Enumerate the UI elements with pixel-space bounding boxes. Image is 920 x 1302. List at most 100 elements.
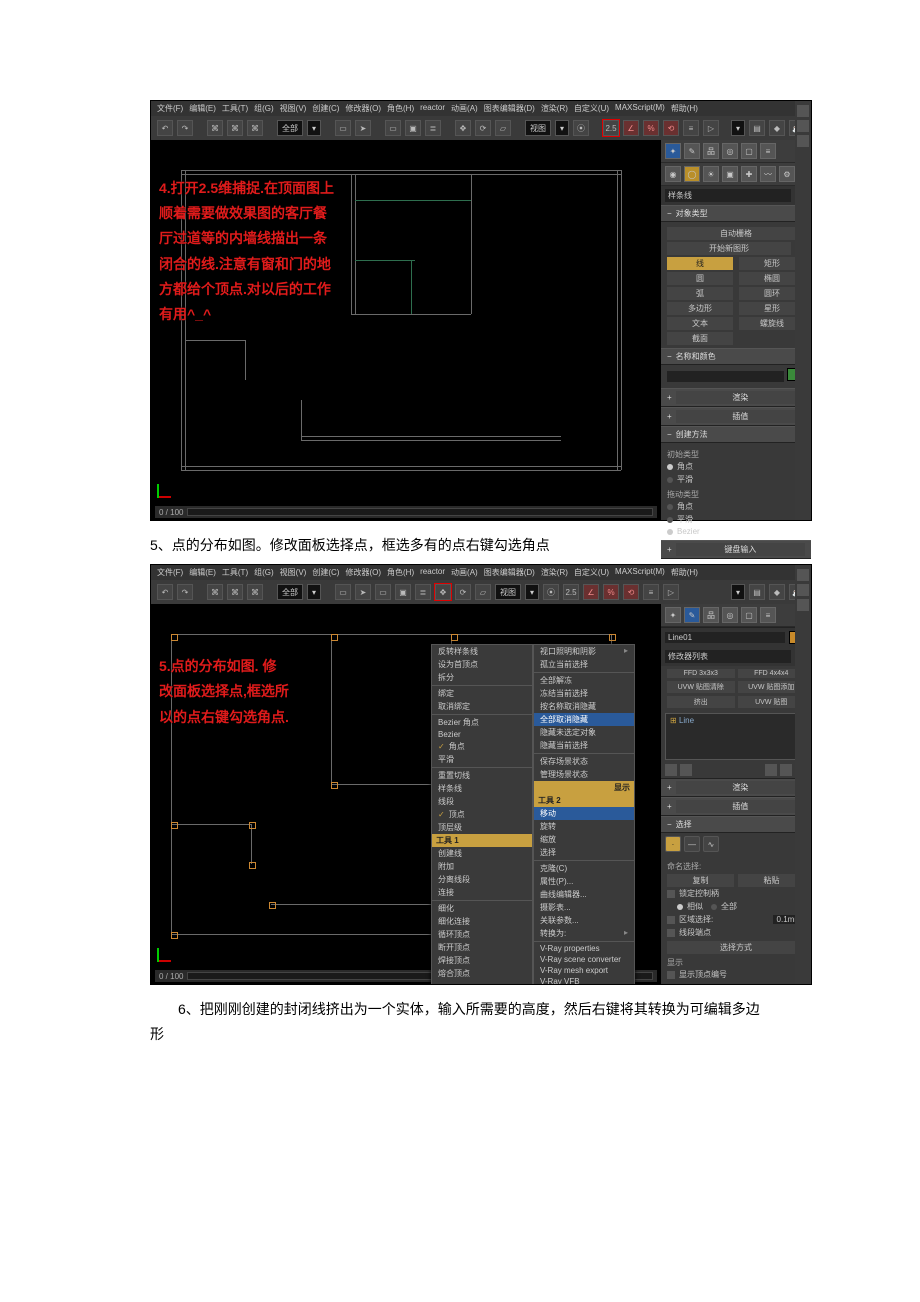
quad-item[interactable]: 摄影表... (534, 901, 634, 914)
selfilter-dropdown[interactable]: 全部 (277, 584, 303, 600)
quad-item[interactable]: 分离线段 (432, 873, 532, 886)
rollout-create[interactable]: −创建方法 (661, 426, 811, 443)
quick-render-icon[interactable]: ◆ (769, 120, 785, 136)
quad-item[interactable]: V-Ray properties (534, 943, 634, 954)
remove-icon[interactable] (780, 764, 792, 776)
quad-item[interactable]: 隐藏未选定对象 (534, 726, 634, 739)
bind-icon[interactable]: ⌘ (247, 584, 263, 600)
lock-handles-check[interactable]: 锁定控制柄 (679, 888, 719, 899)
quad-item[interactable]: V-Ray scene converter (534, 954, 634, 965)
menu-char[interactable]: 角色(H) (387, 567, 414, 578)
quad-item[interactable]: 顶层级 (432, 821, 532, 834)
cursor-icon[interactable]: ➤ (355, 120, 371, 136)
rt-icon[interactable] (797, 599, 809, 611)
quad-item[interactable]: 细化 (432, 902, 532, 915)
utilities-tab-icon[interactable]: ≡ (760, 607, 776, 623)
drag-bezier-radio[interactable]: Bezier (667, 526, 805, 537)
quick-render-icon[interactable]: ◆ (769, 584, 785, 600)
menu-help[interactable]: 帮助(H) (671, 103, 698, 114)
window-sel-icon[interactable]: ▣ (405, 120, 421, 136)
rollout-render[interactable]: + 渲染 (661, 388, 811, 407)
vertex-marker[interactable] (249, 822, 256, 829)
vertex-marker[interactable] (249, 862, 256, 869)
quad-item-convert[interactable]: 转换为: (534, 927, 634, 940)
quad-item[interactable]: 曲线编辑器... (534, 888, 634, 901)
shape-type-dropdown[interactable]: 样条线 ▾ (661, 186, 811, 205)
refcoord-dropdown[interactable]: 视图 (495, 584, 521, 600)
modifier-list-dropdown[interactable]: 修改器列表 (665, 650, 791, 663)
shape-line-button[interactable]: 线 (667, 257, 733, 270)
utilities-tab-icon[interactable]: ≡ (760, 143, 776, 159)
show-end-icon[interactable] (680, 764, 692, 776)
quad-item-bezier-corner[interactable]: Bezier 角点 (432, 716, 532, 729)
all-radio[interactable]: 全部 (711, 900, 737, 913)
render-scene-icon[interactable]: ▤ (749, 584, 765, 600)
menu-anim[interactable]: 动画(A) (451, 103, 478, 114)
quad-item[interactable]: 冻结当前选择 (534, 687, 634, 700)
vertex-marker[interactable] (451, 634, 458, 641)
quad-item[interactable]: 重置切线 (432, 769, 532, 782)
menu-file[interactable]: 文件(F) (157, 567, 183, 578)
menu-render[interactable]: 渲染(R) (541, 567, 568, 578)
quad-item[interactable]: 焊接顶点 (432, 954, 532, 967)
stack-item[interactable]: Line (679, 716, 694, 725)
quad-item[interactable]: 循环顶点 (432, 928, 532, 941)
quad-item[interactable]: 全部解冻 (534, 674, 634, 687)
menu-max[interactable]: MAXScript(M) (615, 103, 665, 114)
quad-item[interactable]: 细化连接 (432, 915, 532, 928)
render-scene-icon[interactable]: ▤ (749, 120, 765, 136)
top-viewport[interactable]: 5.点的分布如图. 修改面板选择点,框选所以的点右键勾选角点. 反转样条线 设为… (151, 604, 661, 984)
menu-render[interactable]: 渲染(R) (541, 103, 568, 114)
quad-item[interactable]: V-Ray VFB (534, 976, 634, 984)
angle-snap-icon[interactable]: ∠ (583, 584, 599, 600)
right-drop-icon[interactable]: ▾ (731, 120, 745, 136)
select-icon[interactable]: ▭ (335, 584, 351, 600)
center-icon[interactable]: ⦿ (543, 584, 559, 600)
quad-item[interactable]: 克隆(C) (534, 862, 634, 875)
menu-anim[interactable]: 动画(A) (451, 567, 478, 578)
quad-item[interactable]: 管理场景状态 (534, 768, 634, 781)
list-sel-icon[interactable]: ≣ (415, 584, 431, 600)
autogrid-toggle[interactable]: 自动栅格 (667, 227, 805, 240)
quad-item[interactable]: 样条线 (432, 782, 532, 795)
scale-icon[interactable]: ▱ (495, 120, 511, 136)
rotate-icon[interactable]: ⟳ (475, 120, 491, 136)
shape-text-button[interactable]: 文本 (667, 317, 733, 330)
spline-subobj-icon[interactable]: ∿ (703, 836, 719, 852)
right-drop-icon[interactable]: ▾ (731, 584, 745, 600)
rt-icon[interactable] (797, 569, 809, 581)
create-tab-icon[interactable]: ✦ (665, 143, 681, 159)
quad-item[interactable]: 关联参数... (534, 914, 634, 927)
quad-item[interactable]: 旋转 (534, 820, 634, 833)
spinner-snap-icon[interactable]: ⟲ (663, 120, 679, 136)
rollout-interp[interactable]: + 插值 (661, 407, 811, 426)
ffd3-button[interactable]: FFD 3x3x3 (667, 669, 735, 678)
rollout-sel[interactable]: −选择 (661, 816, 811, 833)
move-icon[interactable]: ✥ (435, 584, 451, 600)
unlink-icon[interactable]: ⌘ (227, 584, 243, 600)
segment-subobj-icon[interactable]: — (684, 836, 700, 852)
link-icon[interactable]: ⌘ (207, 584, 223, 600)
segend-check[interactable]: 线段端点 (679, 927, 711, 938)
menu-file[interactable]: 文件(F) (157, 103, 183, 114)
selfilter-dropdown[interactable]: 全部 (277, 120, 303, 136)
motion-tab-icon[interactable]: ◎ (722, 607, 738, 623)
quad-item[interactable]: V-Ray mesh export (534, 965, 634, 976)
display-tab-icon[interactable]: ▢ (741, 143, 757, 159)
quad-item[interactable]: 取消绑定 (432, 700, 532, 713)
display-tab-icon[interactable]: ▢ (741, 607, 757, 623)
modifier-stack[interactable]: ⊞ Line (665, 713, 807, 760)
top-viewport[interactable]: 4.打开2.5维捕捉.在顶面图上顺着需要做效果图的客厅餐厅过道等的内墙线描出一条… (151, 140, 661, 520)
rollout-render[interactable]: +渲染 (661, 778, 811, 797)
quad-item[interactable]: 连接 (432, 886, 532, 899)
menu-edit[interactable]: 编辑(E) (189, 567, 216, 578)
vertex-marker[interactable] (331, 782, 338, 789)
quad-item[interactable]: 线段 (432, 795, 532, 808)
menu-create[interactable]: 创建(C) (312, 103, 339, 114)
redo-icon[interactable]: ↷ (177, 584, 193, 600)
quad-item[interactable]: 隐藏当前选择 (534, 739, 634, 752)
quad-item-unhide-all[interactable]: 全部取消隐藏 (534, 713, 634, 726)
cam-icon[interactable]: ▣ (722, 166, 738, 182)
spinner-snap-icon[interactable]: ⟲ (623, 584, 639, 600)
unlink-icon[interactable]: ⌘ (227, 120, 243, 136)
